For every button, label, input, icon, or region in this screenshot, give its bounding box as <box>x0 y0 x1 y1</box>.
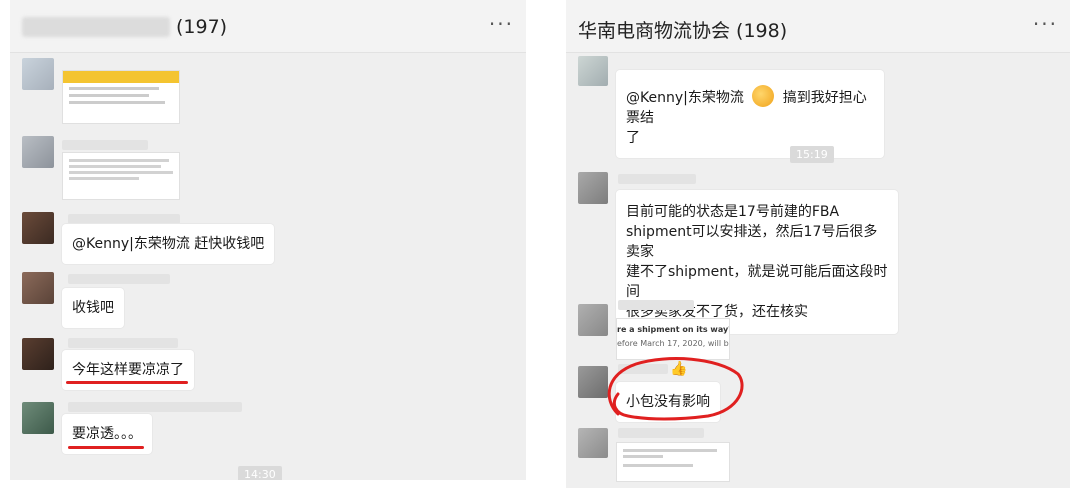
sender-name-blurred <box>618 300 694 310</box>
avatar[interactable] <box>578 172 608 204</box>
message-text: 了 <box>626 130 640 146</box>
right-chat-panel: 华南电商物流协会 (198) ··· @Kenny|东荣物流 搞到我好担心 票结… <box>566 0 1070 488</box>
doc-text-lines <box>69 171 173 174</box>
avatar[interactable] <box>22 272 54 304</box>
document-image[interactable] <box>616 442 730 482</box>
document-image[interactable] <box>62 70 180 124</box>
sender-name-blurred <box>618 428 704 438</box>
message-line: @Kenny|东荣物流 搞到我好担心 票结 <box>626 80 874 128</box>
group-title: 华南电商物流协会 (198) <box>578 20 788 42</box>
more-dots-icon[interactable]: ··· <box>489 12 514 36</box>
sender-name-blurred <box>62 140 148 150</box>
doc-text-lines <box>623 455 663 458</box>
doc-text-lines <box>69 159 169 162</box>
doc-header-bar <box>63 71 179 83</box>
avatar[interactable] <box>22 136 54 168</box>
document-image[interactable] <box>62 152 180 200</box>
red-circle-annotation <box>607 357 744 421</box>
avatar[interactable] <box>578 304 608 336</box>
message-text: 今年这样要凉凉了 <box>72 362 184 378</box>
doc-text-lines <box>623 464 693 467</box>
right-chat-header: 华南电商物流协会 (198) ··· <box>566 0 1070 53</box>
chat-message-bubble[interactable]: 目前可能的状态是17号前建的FBA shipment可以安排送，然后17号后很多… <box>616 190 898 334</box>
avatar[interactable] <box>22 212 54 244</box>
avatar[interactable] <box>578 428 608 458</box>
sender-name-blurred <box>618 174 696 184</box>
left-group-name-blurred <box>22 17 170 37</box>
avatar[interactable] <box>22 58 54 90</box>
sender-name-blurred <box>68 338 178 348</box>
chat-message-bubble[interactable]: @Kenny|东荣物流 搞到我好担心 票结 了 <box>616 70 884 158</box>
chat-message-bubble[interactable]: @Kenny|东荣物流 赶快收钱吧 <box>62 224 275 264</box>
message-line: 目前可能的状态是17号前建的FBA <box>626 204 840 220</box>
timestamp-divider: 15:19 <box>790 146 834 163</box>
left-member-count: (197) <box>176 16 228 38</box>
avatar[interactable] <box>22 402 54 434</box>
message-line: shipment可以安排送，然后17号后很多卖家 <box>626 224 878 260</box>
doc-text-lines <box>69 165 161 168</box>
doc-text-lines <box>623 449 717 452</box>
more-dots-icon[interactable]: ··· <box>1033 12 1058 36</box>
red-underline-annotation <box>66 381 188 384</box>
doc-text-lines <box>69 101 165 104</box>
doc-text-lines <box>69 87 159 90</box>
snippet-line: re a shipment on its way? <box>617 325 730 334</box>
chat-message-bubble[interactable]: 今年这样要凉凉了 <box>62 350 194 390</box>
avatar[interactable] <box>22 338 54 370</box>
message-text: @Kenny|东荣物流 赶快收钱吧 <box>72 236 265 252</box>
doc-text-lines <box>69 177 139 180</box>
emoji-sticker-icon <box>752 85 775 107</box>
timestamp-divider: 14:30 <box>238 466 282 480</box>
doc-text-lines <box>69 94 149 97</box>
mention-text: @Kenny|东荣物流 <box>626 90 744 106</box>
red-underline-annotation <box>68 446 144 449</box>
sender-name-blurred <box>68 402 242 412</box>
snippet-line: efore March 17, 2020, will be re <box>617 339 729 348</box>
avatar[interactable] <box>578 56 608 86</box>
sender-name-blurred <box>68 214 180 224</box>
left-chat-header: (197) ··· <box>10 0 526 53</box>
left-chat-panel: (197) ··· @Kenny|东荣物流 赶快收钱吧 收钱吧 今年这样要凉凉了… <box>10 0 526 480</box>
message-line: 建不了shipment，就是说可能后面这段时间 <box>626 264 888 300</box>
chat-message-bubble[interactable]: 收钱吧 <box>62 288 124 328</box>
sender-name-blurred <box>68 274 170 284</box>
message-text: 要凉透。。。 <box>72 426 142 442</box>
message-text: 收钱吧 <box>72 300 114 316</box>
